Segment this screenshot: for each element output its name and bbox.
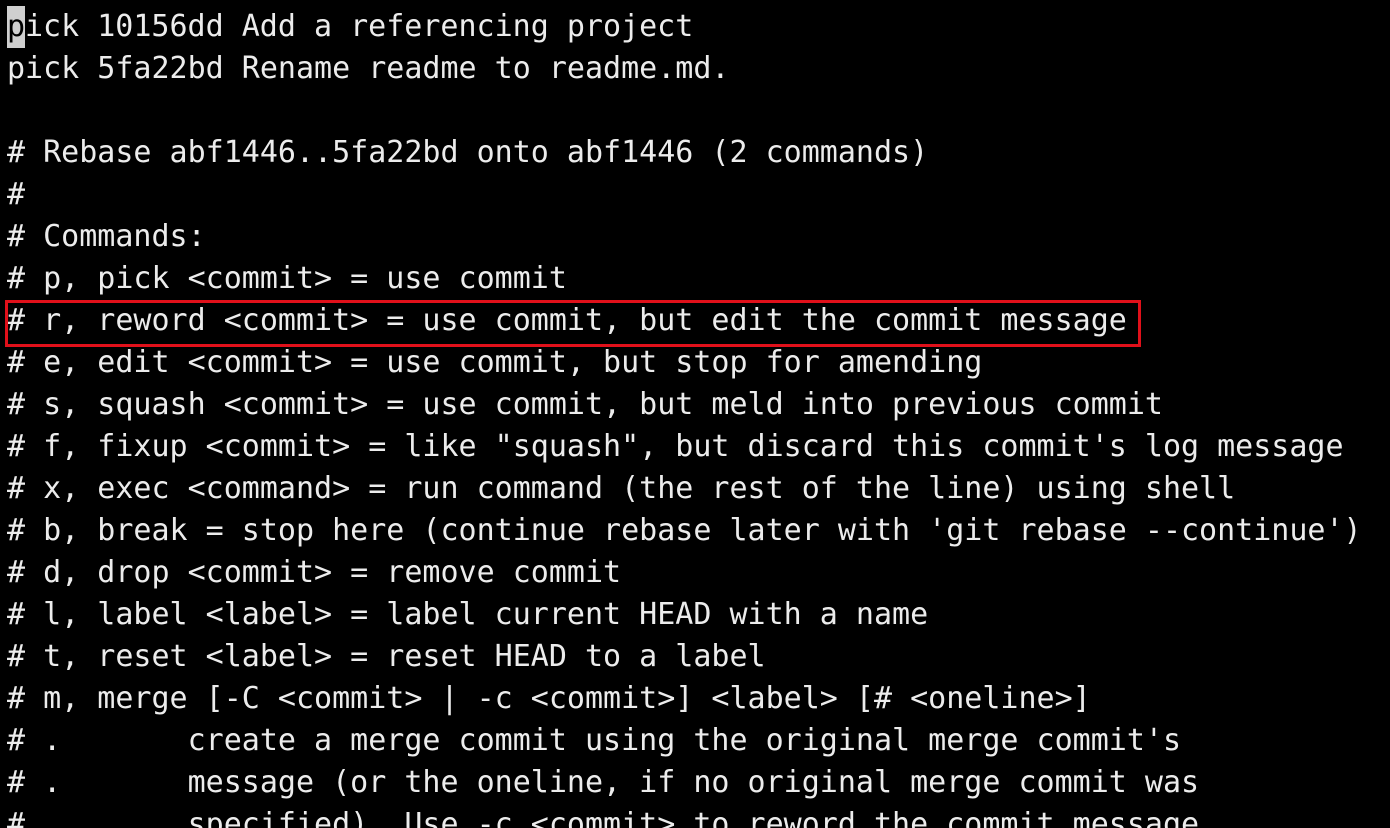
comment-merge-detail[interactable]: # . create a merge commit using the orig…: [7, 720, 1362, 762]
line-text: # . specified). Use -c <commit> to rewor…: [7, 807, 1200, 828]
line-text: # t, reset <label> = reset HEAD to a lab…: [7, 639, 766, 674]
line-text: # Rebase abf1446..5fa22bd onto abf1446 (…: [7, 135, 929, 170]
blank-line[interactable]: [7, 90, 1362, 132]
comment-merge-detail[interactable]: # . message (or the oneline, if no origi…: [7, 762, 1362, 804]
line-text: # Commands:: [7, 219, 206, 254]
line-text: pick 5fa22bd Rename readme to readme.md.: [7, 51, 730, 86]
line-text: #: [7, 177, 26, 212]
comment-line[interactable]: #: [7, 174, 1362, 216]
todo-line-pick-10156dd[interactable]: pick 10156dd Add a referencing project: [7, 6, 1362, 48]
text-cursor: p: [7, 6, 25, 48]
line-text: # . message (or the oneline, if no origi…: [7, 765, 1200, 800]
comment-command-edit[interactable]: # e, edit <commit> = use commit, but sto…: [7, 342, 1362, 384]
comment-command-label[interactable]: # l, label <label> = label current HEAD …: [7, 594, 1362, 636]
todo-line-pick-5fa22bd[interactable]: pick 5fa22bd Rename readme to readme.md.: [7, 48, 1362, 90]
comment-command-pick[interactable]: # p, pick <commit> = use commit: [7, 258, 1362, 300]
line-text: # e, edit <commit> = use commit, but sto…: [7, 345, 983, 380]
terminal-window[interactable]: pick 10156dd Add a referencing project p…: [0, 0, 1390, 828]
line-text: # s, squash <commit> = use commit, but m…: [7, 387, 1163, 422]
line-text: # m, merge [-C <commit> | -c <commit>] <…: [7, 681, 1091, 716]
line-text: # b, break = stop here (continue rebase …: [7, 513, 1362, 548]
line-text: ick 10156dd Add a referencing project: [25, 9, 694, 44]
comment-rebase-summary[interactable]: # Rebase abf1446..5fa22bd onto abf1446 (…: [7, 132, 1362, 174]
line-text: # p, pick <commit> = use commit: [7, 261, 567, 296]
line-text: # r, reword <commit> = use commit, but e…: [7, 303, 1127, 338]
line-text: # x, exec <command> = run command (the r…: [7, 471, 1236, 506]
comment-command-drop[interactable]: # d, drop <commit> = remove commit: [7, 552, 1362, 594]
comment-command-reword[interactable]: # r, reword <commit> = use commit, but e…: [7, 300, 1362, 342]
comment-command-merge[interactable]: # m, merge [-C <commit> | -c <commit>] <…: [7, 678, 1362, 720]
comment-commands-header[interactable]: # Commands:: [7, 216, 1362, 258]
line-text: # l, label <label> = label current HEAD …: [7, 597, 929, 632]
line-text: # f, fixup <commit> = like "squash", but…: [7, 429, 1344, 464]
comment-command-reset[interactable]: # t, reset <label> = reset HEAD to a lab…: [7, 636, 1362, 678]
comment-command-exec[interactable]: # x, exec <command> = run command (the r…: [7, 468, 1362, 510]
comment-command-squash[interactable]: # s, squash <commit> = use commit, but m…: [7, 384, 1362, 426]
comment-merge-detail[interactable]: # . specified). Use -c <commit> to rewor…: [7, 804, 1362, 828]
line-text: # d, drop <commit> = remove commit: [7, 555, 622, 590]
comment-command-fixup[interactable]: # f, fixup <commit> = like "squash", but…: [7, 426, 1362, 468]
line-text: # . create a merge commit using the orig…: [7, 723, 1181, 758]
editor-buffer[interactable]: pick 10156dd Add a referencing project p…: [7, 6, 1362, 828]
comment-command-break[interactable]: # b, break = stop here (continue rebase …: [7, 510, 1362, 552]
